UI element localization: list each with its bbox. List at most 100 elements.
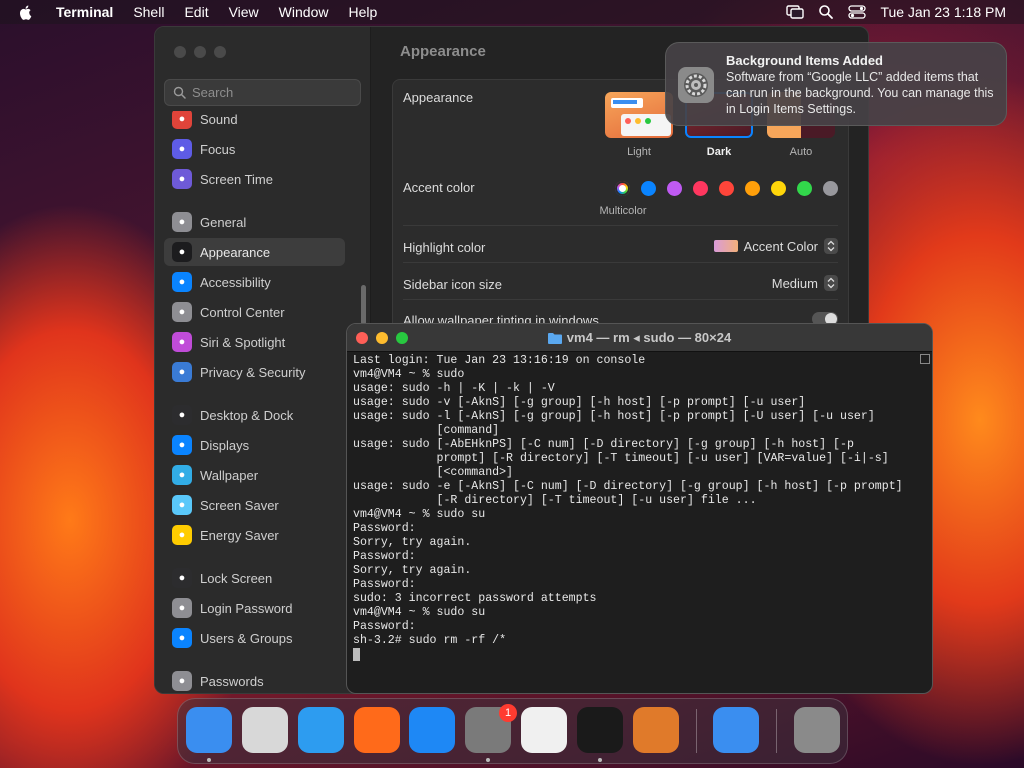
terminal-line: sh-3.2# sudo rm -rf /* [353, 634, 507, 647]
terminal-output[interactable]: Last login: Tue Jan 23 13:16:19 on conso… [353, 354, 919, 690]
appearance-auto-label: Auto [789, 146, 813, 158]
accent-color-swatch[interactable] [771, 181, 786, 196]
screen-mirroring-icon[interactable] [786, 4, 805, 20]
highlight-value: Accent Color [743, 238, 818, 254]
terminal-title-text: vm4 — rm ◂ sudo — 80×24 [566, 330, 732, 345]
accent-color-swatch[interactable] [641, 181, 656, 196]
wallpaper-icon: ● [172, 465, 192, 485]
sidebar-item-screen-time[interactable]: ● Screen Time [164, 165, 345, 193]
terminal-scroll-icon[interactable] [920, 354, 930, 364]
control-center-icon[interactable] [848, 4, 867, 20]
sidebar-item-users-groups[interactable]: ● Users & Groups [164, 624, 345, 652]
textedit-icon[interactable] [521, 707, 567, 753]
sidebar-item-wallpaper[interactable]: ● Wallpaper [164, 461, 345, 489]
sidebar-item-privacy-security[interactable]: ● Privacy & Security [164, 358, 345, 386]
sidebar-item-passwords[interactable]: ● Passwords [164, 667, 345, 691]
firefox-icon[interactable] [354, 707, 400, 753]
spotlight-search-icon[interactable] [818, 4, 834, 20]
minimize-button[interactable] [194, 46, 206, 58]
terminal-cursor-line [353, 648, 919, 662]
accent-multicolor-swatch[interactable] [615, 181, 630, 196]
notification-body: Software from “Google LLC” added items t… [726, 70, 994, 116]
sidebar-item-lock-screen[interactable]: ● Lock Screen [164, 564, 345, 592]
menu-edit[interactable]: Edit [174, 0, 218, 24]
accent-color-swatch[interactable] [823, 181, 838, 196]
finder-icon[interactable] [186, 707, 232, 753]
apple-icon[interactable] [18, 4, 34, 20]
menu-help[interactable]: Help [338, 0, 387, 24]
chevron-updown-icon [824, 275, 838, 291]
sidebar-item-label: Energy Saver [200, 527, 279, 543]
terminal-line: usage: sudo -h | -K | -k | -V [353, 382, 555, 395]
sidebar-item-label: Wallpaper [200, 467, 259, 483]
sidebar-item-label: Lock Screen [200, 570, 273, 586]
accent-color-swatch[interactable] [719, 181, 734, 196]
terminal-line: usage: sudo -v [-AknS] [-g group] [-h ho… [353, 396, 806, 409]
sidebar-item-displays[interactable]: ● Displays [164, 431, 345, 459]
sidebar-item-accessibility[interactable]: ● Accessibility [164, 268, 345, 296]
sidebar-item-control-center[interactable]: ● Control Center [164, 298, 345, 326]
appearance-light-thumb[interactable] [605, 92, 673, 138]
highlight-color-popup[interactable]: Accent Color [713, 238, 838, 254]
accent-color-swatch[interactable] [667, 181, 682, 196]
terminal-titlebar[interactable]: vm4 — rm ◂ sudo — 80×24 [347, 324, 932, 352]
menu-terminal[interactable]: Terminal [46, 0, 123, 24]
sidebar-item-sound[interactable]: ● Sound [164, 111, 345, 133]
terminal-line: sudo: 3 incorrect password attempts [353, 592, 597, 605]
running-indicator [486, 758, 490, 762]
terminal-icon[interactable] [577, 707, 623, 753]
appearance-icon: ● [172, 242, 192, 262]
sidebar-item-focus[interactable]: ● Focus [164, 135, 345, 163]
accent-color-swatch[interactable] [693, 181, 708, 196]
close-button[interactable] [174, 46, 186, 58]
window-controls [174, 46, 226, 58]
terminal-line: usage: sudo -e [-AknS] [-C num] [-D dire… [353, 480, 903, 493]
running-indicator [207, 758, 211, 762]
focus-icon: ● [172, 139, 192, 159]
search-field[interactable] [164, 79, 361, 106]
garageband-icon[interactable] [633, 707, 679, 753]
terminal-line: [-R directory] [-T timeout] [-u user] fi… [353, 494, 757, 507]
dock-separator [696, 709, 697, 753]
sidebar-item-screen-saver[interactable]: ● Screen Saver [164, 491, 345, 519]
accent-color-swatch[interactable] [745, 181, 760, 196]
sidebar-item-desktop-dock[interactable]: ● Desktop & Dock [164, 401, 345, 429]
users-groups-icon: ● [172, 628, 192, 648]
sidebar-scrollbar[interactable] [361, 285, 366, 325]
terminal-line: prompt] [-R directory] [-T timeout] [-u … [353, 452, 889, 465]
menu-bar: Terminal Shell Edit View Window Help Tue… [0, 0, 1024, 24]
sidebar-item-siri-spotlight[interactable]: ● Siri & Spotlight [164, 328, 345, 356]
safari-icon[interactable] [298, 707, 344, 753]
launchpad-icon[interactable] [242, 707, 288, 753]
notification-title: Background Items Added [726, 53, 883, 68]
sidebar-icon-size-popup[interactable]: Medium [772, 275, 838, 291]
sidebar-item-label: Focus [200, 141, 236, 157]
menu-window[interactable]: Window [269, 0, 339, 24]
notification-badge: 1 [499, 704, 517, 722]
terminal-window: vm4 — rm ◂ sudo — 80×24 Last login: Tue … [346, 323, 933, 694]
settings-sidebar: ● Sound ● Focus ● Screen Time ● General ● Appeara… [155, 27, 371, 693]
menu-shell[interactable]: Shell [123, 0, 174, 24]
sidebar-item-energy-saver[interactable]: ● Energy Saver [164, 521, 345, 549]
displays-icon: ● [172, 435, 192, 455]
sidebar-list: ● Sound ● Focus ● Screen Time ● General ● Appeara… [155, 111, 371, 691]
sidebar-item-general[interactable]: ● General [164, 208, 345, 236]
sidebar-item-login-password[interactable]: ● Login Password [164, 594, 345, 622]
search-icon [173, 86, 186, 99]
app-store-icon[interactable] [409, 707, 455, 753]
background-items-notification[interactable]: Background Items Added Software from “Go… [665, 42, 1007, 126]
terminal-line: Password: [353, 550, 416, 563]
terminal-line: usage: sudo -l [-AknS] [-g group] [-h ho… [353, 410, 875, 423]
sidebar-item-appearance[interactable]: ● Appearance [164, 238, 345, 266]
trash-icon[interactable] [794, 707, 840, 753]
sidebar-item-label: General [200, 214, 247, 230]
accent-color-swatch[interactable] [797, 181, 812, 196]
running-indicator [598, 758, 602, 762]
search-input[interactable] [192, 85, 352, 100]
menu-view[interactable]: View [219, 0, 269, 24]
sidebar-item-label: Sound [200, 111, 238, 127]
weather-icon[interactable] [713, 707, 759, 753]
zoom-button[interactable] [214, 46, 226, 58]
menubar-clock[interactable]: Tue Jan 23 1:18 PM [880, 4, 1006, 20]
passwords-icon: ● [172, 671, 192, 691]
